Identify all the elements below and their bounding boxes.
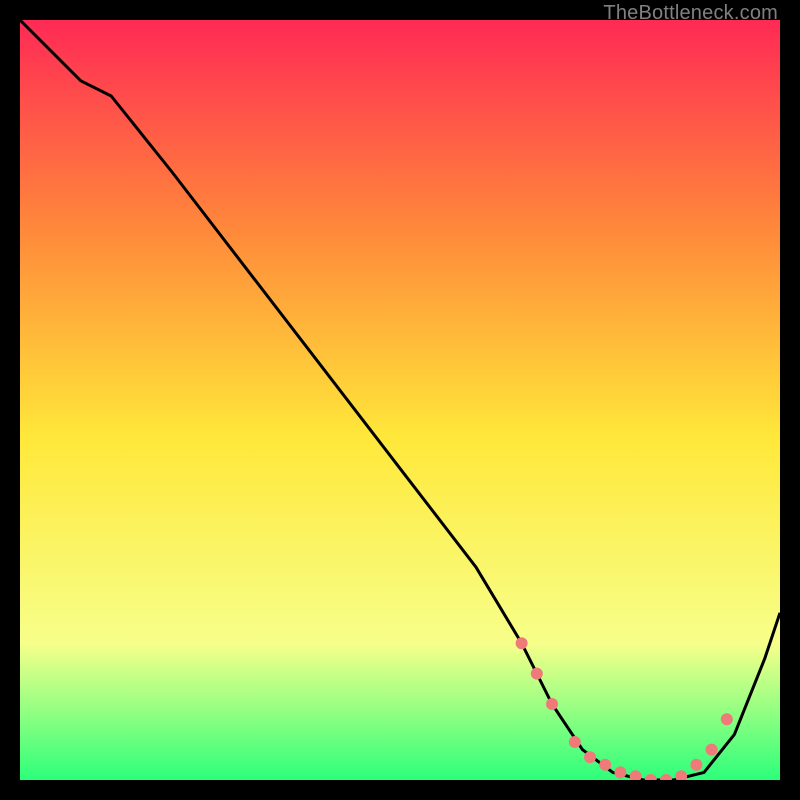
- bottleneck-chart: [20, 20, 780, 780]
- chart-frame: [20, 20, 780, 780]
- highlight-dot: [516, 637, 528, 649]
- highlight-dot: [569, 736, 581, 748]
- highlight-dot: [706, 744, 718, 756]
- highlight-dot: [614, 766, 626, 778]
- highlight-dot: [690, 759, 702, 771]
- highlight-dot: [599, 759, 611, 771]
- highlight-dot: [546, 698, 558, 710]
- highlight-dot: [584, 751, 596, 763]
- highlight-dot: [721, 713, 733, 725]
- gradient-background: [20, 20, 780, 780]
- highlight-dot: [531, 668, 543, 680]
